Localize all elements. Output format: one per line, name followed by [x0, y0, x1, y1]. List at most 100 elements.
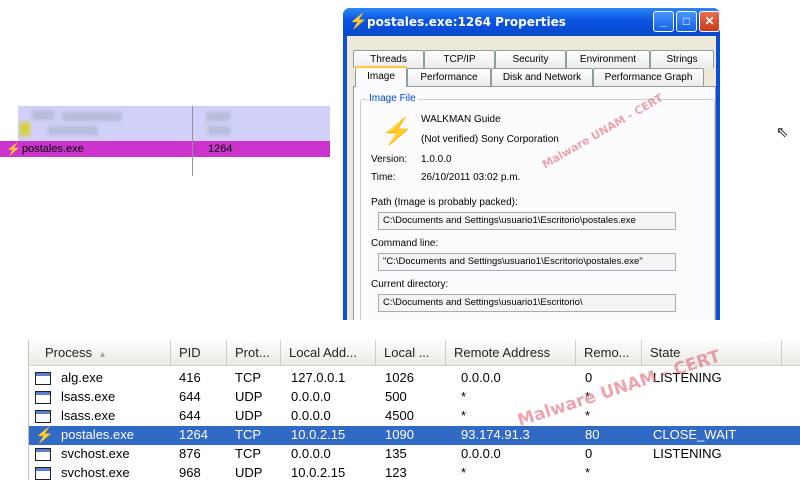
local-address-cell: 10.0.2.15 [291, 465, 346, 480]
tab-disk-network[interactable]: Disk and Network [491, 68, 593, 86]
protocol-cell: TCP [235, 446, 261, 461]
column-divider [192, 106, 193, 176]
protocol-cell: TCP [235, 427, 261, 442]
remote-port-cell: 0 [585, 446, 593, 461]
remote-port-cell: 0 [585, 370, 593, 385]
application-window-icon [35, 410, 51, 423]
cmdline-field[interactable]: "C:\Documents and Settings\usuario1\Escr… [378, 253, 676, 271]
remote-port-cell: * [585, 465, 591, 480]
pid-cell: 1264 [179, 427, 208, 442]
local-address-cell: 0.0.0.0 [291, 408, 331, 423]
process-list-fragment: ⚡ postales.exe 1264 [0, 100, 330, 180]
process-name: svchost.exe [61, 465, 130, 480]
column-header-label: Process [45, 345, 92, 360]
cmdline-label: Command line: [371, 238, 439, 249]
tab-tcpip[interactable]: TCP/IP [424, 50, 495, 68]
window-client-area: Threads TCP/IP Security Environment Stri… [347, 36, 716, 320]
application-window-icon [35, 372, 51, 385]
state-cell: LISTENING [653, 446, 722, 461]
process-name: lsass.exe [61, 389, 116, 404]
pid-cell: 416 [179, 370, 201, 385]
application-window-icon [35, 467, 51, 480]
local-port-cell: 135 [385, 446, 407, 461]
tab-environment[interactable]: Environment [566, 50, 650, 68]
application-window-icon [35, 391, 51, 404]
lightning-bolt-icon: ⚡ [349, 13, 368, 30]
column-header-remote-address[interactable]: Remote Address [446, 340, 576, 366]
tab-security[interactable]: Security [495, 50, 566, 68]
table-row[interactable]: ⚡ postales.exe 1264 TCP 10.0.2.15 1090 93.174.… [29, 426, 800, 445]
image-file-group: Image File ⚡ WALKMAN Guide (Not verified… [360, 93, 715, 320]
path-field[interactable]: C:\Documents and Settings\usuario1\Escri… [378, 212, 676, 230]
local-address-cell: 0.0.0.0 [291, 446, 331, 461]
properties-window: ⚡ postales.exe:1264 Properties _ □ ✕ Thr… [343, 8, 720, 320]
local-port-cell: 1026 [385, 370, 414, 385]
close-button[interactable]: ✕ [699, 11, 720, 32]
remote-address-cell: 0.0.0.0 [461, 446, 501, 461]
image-tab-panel: Image File ⚡ WALKMAN Guide (Not verified… [353, 86, 716, 320]
local-address-cell: 127.0.0.1 [291, 370, 346, 385]
lightning-bolt-icon: ⚡ [35, 427, 54, 444]
curdir-label: Current directory: [371, 279, 449, 290]
local-port-cell: 123 [385, 465, 407, 480]
tab-performance[interactable]: Performance [407, 68, 491, 86]
remote-port-cell: 80 [585, 427, 600, 442]
column-header-local-port[interactable]: Local ... [376, 340, 446, 366]
column-header-process[interactable]: Process ▲ [29, 340, 171, 366]
pid-cell: 644 [179, 389, 201, 404]
table-row[interactable]: lsass.exe 644 UDP 0.0.0.0 500 * * [29, 388, 800, 407]
process-name: lsass.exe [61, 408, 116, 423]
local-address-cell: 0.0.0.0 [291, 389, 331, 404]
blurred-process-row [18, 106, 330, 141]
sort-arrow-icon: ▲ [97, 349, 107, 359]
tab-performance-graph[interactable]: Performance Graph [593, 68, 704, 86]
table-row[interactable]: lsass.exe 644 UDP 0.0.0.0 4500 * * [29, 407, 800, 426]
column-header-local-address[interactable]: Local Add... [281, 340, 376, 366]
process-name: postales.exe [22, 143, 84, 155]
table-row[interactable]: svchost.exe 876 TCP 0.0.0.0 135 0.0.0.0 0 LISTE… [29, 445, 800, 464]
lightning-bolt-icon: ⚡ [381, 116, 414, 146]
remote-address-cell: * [461, 408, 467, 423]
tab-strings[interactable]: Strings [650, 50, 714, 68]
curdir-field[interactable]: C:\Documents and Settings\usuario1\Escri… [378, 294, 676, 312]
group-label: Image File [367, 93, 418, 104]
pid-cell: 644 [179, 408, 201, 423]
remote-address-cell: 93.174.91.3 [461, 427, 530, 442]
column-header-remote-port[interactable]: Remo... [576, 340, 642, 366]
process-pid: 1264 [208, 143, 233, 155]
mouse-cursor-icon: ⇖ [776, 124, 789, 141]
file-description: WALKMAN Guide [421, 114, 501, 125]
state-cell: CLOSE_WAIT [653, 427, 737, 442]
column-header-pid[interactable]: PID [171, 340, 227, 366]
application-window-icon [35, 448, 51, 461]
remote-address-cell: * [461, 389, 467, 404]
table-row[interactable]: svchost.exe 968 UDP 10.0.2.15 123 * * [29, 464, 800, 480]
process-row-postales[interactable]: ⚡ postales.exe 1264 [0, 141, 330, 157]
window-titlebar[interactable]: ⚡ postales.exe:1264 Properties _ □ ✕ [343, 8, 720, 36]
column-header-protocol[interactable]: Prot... [227, 340, 281, 366]
time-label: Time: [371, 172, 396, 183]
local-port-cell: 4500 [385, 408, 414, 423]
time-value: 26/10/2011 03:02 p.m. [421, 172, 521, 183]
file-company: (Not verified) Sony Corporation [421, 134, 559, 145]
process-name: alg.exe [61, 370, 103, 385]
version-label: Version: [371, 154, 408, 165]
remote-address-cell: 0.0.0.0 [461, 370, 501, 385]
minimize-button[interactable]: _ [653, 11, 674, 32]
pid-cell: 968 [179, 465, 201, 480]
window-title: postales.exe:1264 Properties [367, 15, 566, 29]
maximize-button[interactable]: □ [676, 11, 697, 32]
remote-address-cell: * [461, 465, 467, 480]
protocol-cell: UDP [235, 465, 263, 480]
tab-image[interactable]: Image [355, 66, 407, 87]
local-port-cell: 500 [385, 389, 407, 404]
protocol-cell: UDP [235, 389, 263, 404]
lightning-bolt-icon: ⚡ [6, 142, 21, 156]
protocol-cell: TCP [235, 370, 261, 385]
version-value: 1.0.0.0 [421, 154, 452, 165]
local-address-cell: 10.0.2.15 [291, 427, 346, 442]
protocol-cell: UDP [235, 408, 263, 423]
pid-cell: 876 [179, 446, 201, 461]
process-name: svchost.exe [61, 446, 130, 461]
remote-port-cell: * [585, 408, 591, 423]
